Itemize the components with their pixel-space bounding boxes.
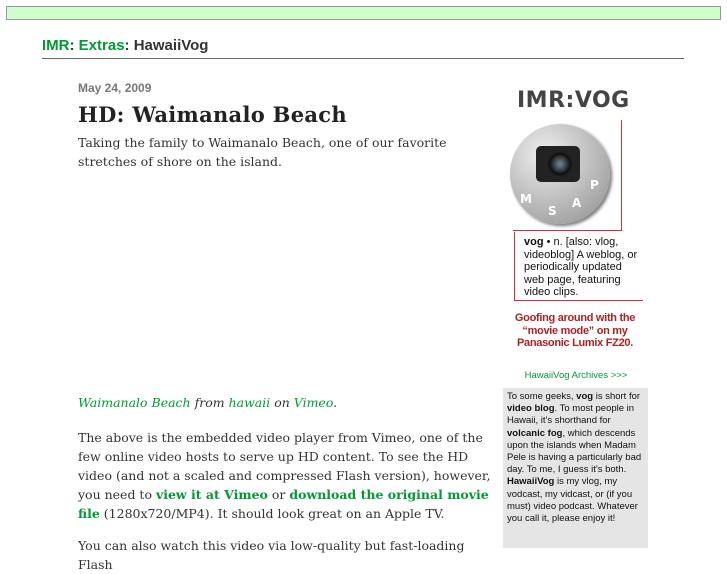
dial-mode-m: M — [520, 192, 532, 206]
definition-term: vog — [524, 236, 544, 248]
breadcrumb-extras-link[interactable]: Extras — [79, 37, 125, 54]
about-text-bold: vog — [576, 391, 594, 402]
paragraph-text-end: (1280x720/MP4). It should look great on … — [103, 506, 445, 521]
top-navbar — [6, 6, 721, 20]
post-title: HD: Waimanalo Beach — [78, 102, 347, 127]
credit-on-text: on — [274, 395, 290, 410]
breadcrumb: IMR: Extras: HawaiiVog — [42, 37, 208, 54]
header-divider — [42, 58, 684, 59]
movie-mode-caption: Goofing around with the “movie mode” on … — [514, 312, 636, 349]
video-credit: Waimanalo Beach from hawaii on Vimeo. — [78, 395, 338, 410]
dial-mode-a: A — [572, 196, 582, 210]
breadcrumb-current: HawaiiVog — [133, 37, 209, 54]
video-title-link[interactable]: Waimanalo Beach — [78, 395, 191, 410]
post-paragraph: The above is the embedded video player f… — [78, 428, 494, 523]
about-text: To some geeks, vog is short for video bl… — [507, 391, 647, 525]
breadcrumb-separator: : — [124, 37, 134, 54]
credit-from-text: from — [194, 395, 225, 410]
breadcrumb-imr-link[interactable]: IMR — [42, 37, 70, 54]
vog-definition: vog • n. [also: vlog, videoblog] A weblo… — [524, 236, 644, 299]
camera-lens-icon — [548, 152, 572, 176]
about-text-bold: HawaiiVog — [507, 476, 555, 488]
view-at-vimeo-link[interactable]: view it at Vimeo — [156, 487, 268, 502]
uploader-link[interactable]: hawaii — [229, 395, 271, 410]
or-text: or — [271, 487, 286, 502]
about-text-part: To some geeks, — [507, 391, 577, 402]
dial-mode-s: S — [548, 204, 557, 218]
post-intro: Taking the family to Waimanalo Beach, on… — [78, 135, 447, 169]
about-text-bold: volcanic fog — [507, 427, 563, 439]
post-paragraph-partial: You can also watch this video via low-qu… — [78, 538, 465, 572]
vimeo-link[interactable]: Vimeo — [294, 395, 333, 410]
about-text-part: is short for — [593, 391, 641, 402]
logo-title: IMR:VOG — [517, 88, 630, 113]
dial-mode-p: P — [590, 178, 599, 192]
breadcrumb-separator: : — [69, 37, 79, 54]
about-text-bold: video blog — [507, 403, 555, 415]
post-date: May 24, 2009 — [78, 81, 152, 95]
archives-link[interactable]: HawaiiVog Archives >>> — [506, 370, 646, 381]
